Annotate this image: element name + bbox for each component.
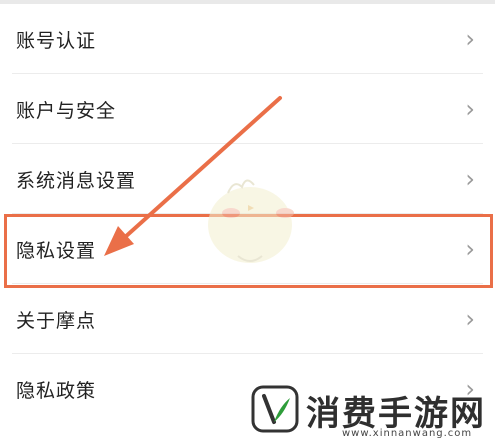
annotation-overlay [104, 96, 294, 263]
site-watermark: 消费手游网 www.xinnanwang.com [246, 380, 495, 443]
mascot-icon [208, 179, 294, 263]
leaf-k-logo-icon [251, 385, 299, 433]
watermark-url: www.xinnanwang.com [342, 428, 473, 439]
